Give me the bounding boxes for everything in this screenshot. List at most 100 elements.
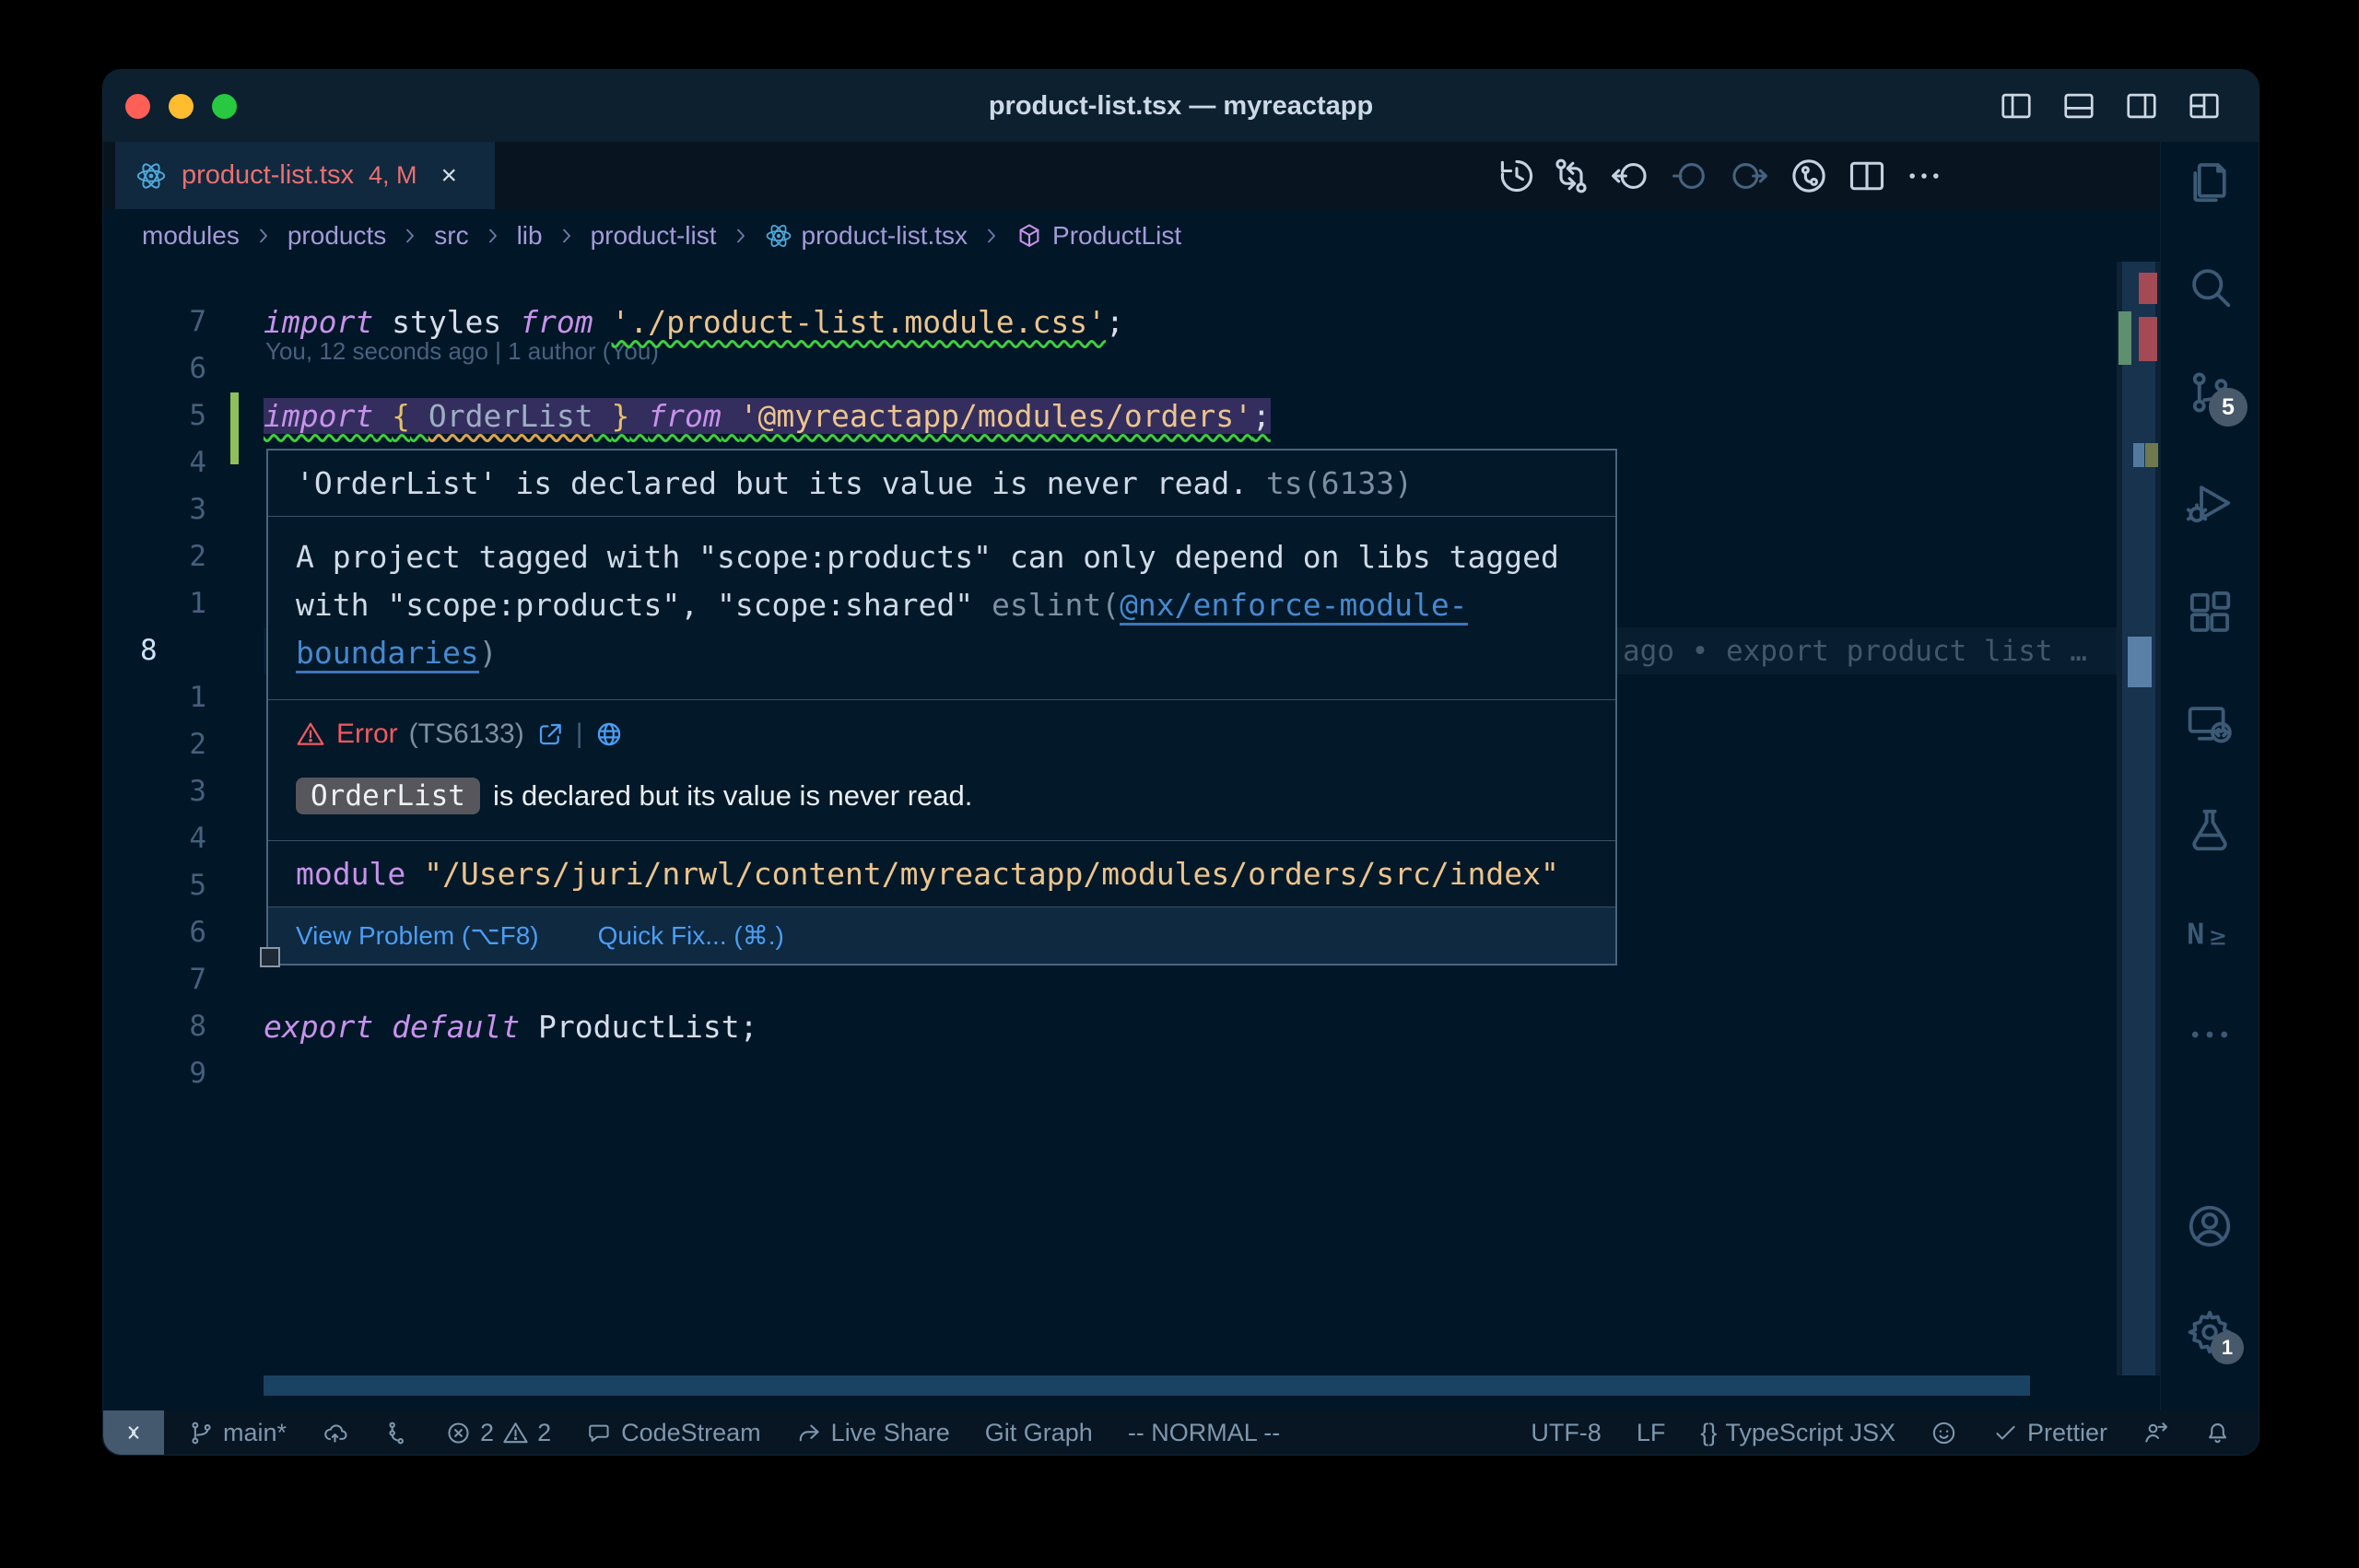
eslint-rule-link[interactable]: @nx/enforce-module- <box>1120 587 1468 626</box>
code-line[interactable]: export default ProductList; <box>264 1003 757 1050</box>
activity-test-beaker-icon[interactable] <box>2185 805 2235 855</box>
code-token: import <box>264 304 373 340</box>
line-number[interactable]: 5 <box>140 862 206 909</box>
activity-source-control-icon[interactable]: 5 <box>2185 368 2235 417</box>
line-number[interactable]: 6 <box>140 909 206 956</box>
eslint-rule-link[interactable]: boundaries <box>296 635 479 673</box>
breadcrumb-item-products[interactable]: products <box>288 221 386 251</box>
status-label: Git Graph <box>985 1419 1093 1447</box>
more-actions-icon[interactable] <box>1903 155 1945 197</box>
breadcrumb-item-product-list.tsx[interactable]: product-list.tsx <box>765 221 968 251</box>
breadcrumb-item-product-list[interactable]: product-list <box>591 221 717 251</box>
breadcrumb-item-lib[interactable]: lib <box>517 221 543 251</box>
status-label: main* <box>223 1419 287 1447</box>
line-number[interactable]: 7 <box>140 298 206 345</box>
breadcrumb-item-modules[interactable]: modules <box>142 221 240 251</box>
status-label: LF <box>1637 1419 1666 1447</box>
status-warning-triangle[interactable]: 22 <box>445 1419 551 1447</box>
close-tab-icon[interactable]: × <box>440 160 457 192</box>
line-number[interactable]: 1 <box>140 674 206 721</box>
line-number[interactable]: 1 <box>140 580 206 627</box>
tab-product-list[interactable]: product-list.tsx 4, M × <box>115 142 495 209</box>
activity-files-icon[interactable] <box>2185 157 2235 206</box>
activity-extensions-icon[interactable] <box>2185 589 2235 638</box>
activity-account-icon[interactable] <box>2185 1201 2235 1251</box>
chevron-right-icon <box>399 225 421 247</box>
layout-sidebar-right-icon[interactable] <box>2124 88 2159 123</box>
status-github-octoface[interactable] <box>1931 1420 1957 1446</box>
popup-resize-grip[interactable] <box>260 947 280 967</box>
activity-settings-gear-icon[interactable]: 1 <box>2185 1307 2235 1357</box>
status-label: TypeScript JSX <box>1725 1419 1895 1447</box>
line-number[interactable]: 8 <box>140 627 206 674</box>
activity-more-ellipsis-icon[interactable] <box>2185 1010 2235 1059</box>
zoom-window-button[interactable] <box>212 94 237 119</box>
status-bell[interactable] <box>2204 1420 2231 1446</box>
warning-triangle-icon <box>296 720 325 749</box>
status-comment-bubble[interactable]: CodeStream <box>586 1419 761 1447</box>
code-token: default <box>392 1009 520 1045</box>
window-traffic-lights <box>125 94 237 119</box>
external-link-icon[interactable] <box>535 720 565 749</box>
compare-changes-icon[interactable] <box>1550 155 1592 197</box>
globe-icon[interactable] <box>594 720 624 749</box>
remote-indicator[interactable] <box>103 1410 164 1455</box>
hover-error-detail: Error (TS6133) | OrderList is declared b… <box>268 700 1615 841</box>
run-file-icon[interactable] <box>1788 155 1830 197</box>
activity-nx-console-icon[interactable]: N≥ <box>2185 908 2235 958</box>
activity-search-icon[interactable] <box>2185 262 2235 311</box>
bell-icon <box>2204 1420 2231 1446</box>
tab-bar: product-list.tsx 4, M × <box>103 142 2161 209</box>
activity-remote-explorer-icon[interactable] <box>2185 699 2235 749</box>
line-number[interactable]: 8 <box>140 1003 206 1050</box>
status-branch-compare[interactable] <box>383 1420 410 1446</box>
status-git-graph[interactable]: Git Graph <box>985 1419 1093 1447</box>
status--[interactable]: {}TypeScript JSX <box>1700 1419 1895 1447</box>
code-token <box>373 1009 392 1045</box>
split-editor-icon[interactable] <box>1846 155 1888 197</box>
status-feedback-person[interactable] <box>2142 1420 2169 1446</box>
status--normal-[interactable]: -- NORMAL -- <box>1128 1419 1280 1447</box>
layout-panel-icon[interactable] <box>2061 88 2096 123</box>
layout-sidebar-left-icon[interactable] <box>1999 88 2034 123</box>
vscode-window: product-list.tsx — myreactapp product-li… <box>102 69 2259 1456</box>
layout-grid-icon[interactable] <box>2187 88 2222 123</box>
code-token: styles <box>373 304 520 340</box>
timeline-history-icon[interactable] <box>1496 155 1538 197</box>
activity-run-debug-icon[interactable] <box>2185 478 2235 528</box>
breadcrumb-item-productlist[interactable]: ProductList <box>1015 221 1181 251</box>
breadcrumb-item-src[interactable]: src <box>434 221 468 251</box>
code-line[interactable]: import { OrderList } from '@myreactapp/m… <box>264 392 1271 439</box>
git-branch-icon <box>188 1420 215 1446</box>
status-check[interactable]: Prettier <box>1992 1419 2107 1447</box>
hover-ts-message: 'OrderList' is declared but its value is… <box>268 451 1615 517</box>
navigate-dot-icon <box>1669 155 1711 197</box>
line-number[interactable]: 5 <box>140 392 206 439</box>
close-window-button[interactable] <box>125 94 150 119</box>
vertical-scrollbar[interactable] <box>2122 262 2155 1375</box>
status-lf[interactable]: LF <box>1637 1419 1666 1447</box>
line-number[interactable]: 2 <box>140 721 206 768</box>
status-bar: main* 22 CodeStream Live Share Git Graph -- N… <box>103 1410 2259 1455</box>
status-cloud-upload[interactable] <box>322 1420 348 1446</box>
inline-git-blame: ago • export product list … <box>1623 635 2087 668</box>
navigate-back-icon[interactable] <box>1608 155 1650 197</box>
line-number[interactable]: 4 <box>140 815 206 862</box>
line-number[interactable]: 6 <box>140 345 206 392</box>
line-number[interactable]: 3 <box>140 486 206 533</box>
line-number[interactable]: 7 <box>140 956 206 1003</box>
horizontal-scrollbar[interactable] <box>264 1375 2030 1396</box>
status-git-branch[interactable]: main* <box>188 1419 287 1447</box>
minimize-window-button[interactable] <box>169 94 194 119</box>
view-problem-link[interactable]: View Problem (⌥F8) <box>296 920 539 951</box>
severity-label: Error <box>336 719 398 750</box>
line-number[interactable]: 4 <box>140 439 206 486</box>
line-number[interactable]: 9 <box>140 1050 206 1097</box>
line-number[interactable]: 2 <box>140 533 206 580</box>
status-live-share[interactable]: Live Share <box>796 1419 950 1447</box>
status-utf-8[interactable]: UTF-8 <box>1531 1419 1602 1447</box>
quick-fix-link[interactable]: Quick Fix... (⌘.) <box>598 920 784 951</box>
code-line[interactable]: import styles from './product-list.modul… <box>264 298 1124 345</box>
breadcrumb: modules products src lib product-list product… <box>103 209 2161 262</box>
line-number[interactable]: 3 <box>140 768 206 815</box>
